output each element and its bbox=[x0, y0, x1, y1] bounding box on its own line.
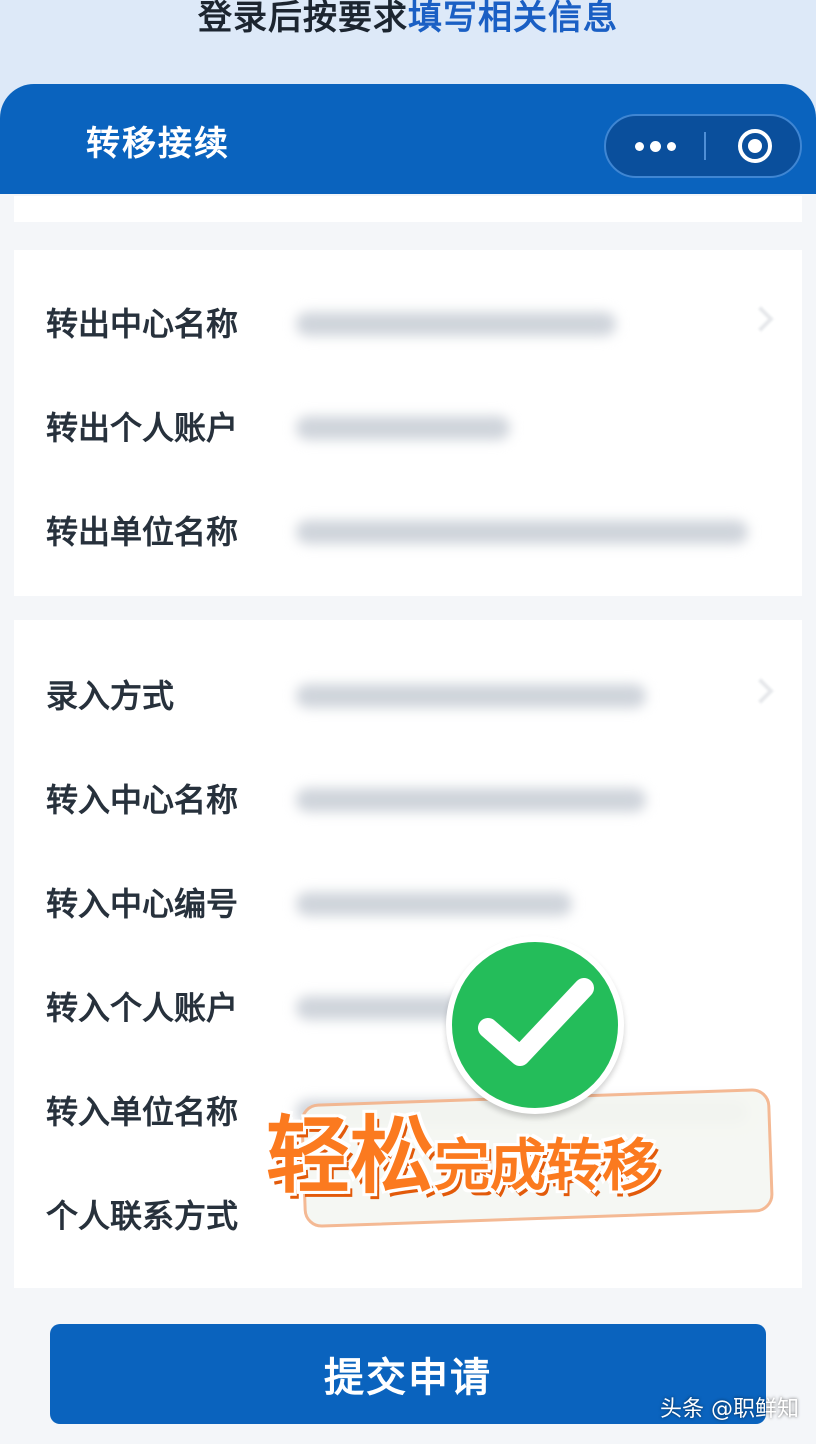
field-label: 转入中心编号 bbox=[46, 885, 239, 923]
promo-text-big: 轻松 bbox=[266, 1107, 435, 1205]
blurred-value bbox=[296, 788, 646, 812]
miniprogram-capsule bbox=[604, 114, 802, 178]
blurred-value bbox=[296, 684, 646, 708]
field-label: 个人联系方式 bbox=[46, 1197, 239, 1235]
chevron-right-icon bbox=[748, 306, 774, 332]
caption-highlight: 填写相关信息 bbox=[408, 0, 618, 38]
field-label: 转出单位名称 bbox=[46, 513, 239, 551]
field-row[interactable]: 录入方式 bbox=[14, 666, 802, 726]
field-row: 转入中心编号 bbox=[14, 874, 802, 934]
more-dots-icon[interactable] bbox=[606, 116, 704, 176]
promo-text-small: 完成转移 bbox=[434, 1134, 659, 1199]
promo-sticker: 轻松完成转移 bbox=[262, 936, 802, 1276]
field-label: 录入方式 bbox=[46, 677, 175, 715]
promo-text: 轻松完成转移 bbox=[266, 1106, 806, 1216]
caption: 登录后按要求填写相关信息 bbox=[0, 0, 816, 44]
field-label: 转入个人账户 bbox=[46, 989, 239, 1027]
blurred-value bbox=[296, 892, 572, 916]
field-row: 转出个人账户 bbox=[14, 398, 802, 458]
transfer-out-card: 转出中心名称 转出个人账户 转出单位名称 bbox=[14, 250, 802, 596]
header-strip bbox=[14, 196, 802, 222]
blurred-value bbox=[296, 416, 510, 440]
watermark: 头条 @职鲜知 bbox=[660, 1397, 799, 1422]
field-row[interactable]: 转出中心名称 bbox=[14, 294, 802, 354]
field-row: 转出单位名称 bbox=[14, 502, 802, 562]
field-label: 转入单位名称 bbox=[46, 1093, 239, 1131]
capsule-divider bbox=[704, 132, 706, 160]
field-label: 转出个人账户 bbox=[46, 409, 239, 447]
navbar: 转移接续 bbox=[0, 84, 816, 194]
page-title: 转移接续 bbox=[86, 124, 230, 164]
caption-text: 登录后按要求 bbox=[198, 0, 408, 38]
field-row: 转入中心名称 bbox=[14, 770, 802, 830]
chevron-right-icon bbox=[748, 678, 774, 704]
target-close-icon[interactable] bbox=[738, 129, 772, 163]
blurred-value bbox=[296, 520, 748, 544]
blurred-value bbox=[296, 312, 616, 336]
check-icon bbox=[446, 936, 624, 1114]
field-label: 转出中心名称 bbox=[46, 305, 239, 343]
submit-button[interactable]: 提交申请 bbox=[50, 1324, 766, 1424]
field-label: 转入中心名称 bbox=[46, 781, 239, 819]
